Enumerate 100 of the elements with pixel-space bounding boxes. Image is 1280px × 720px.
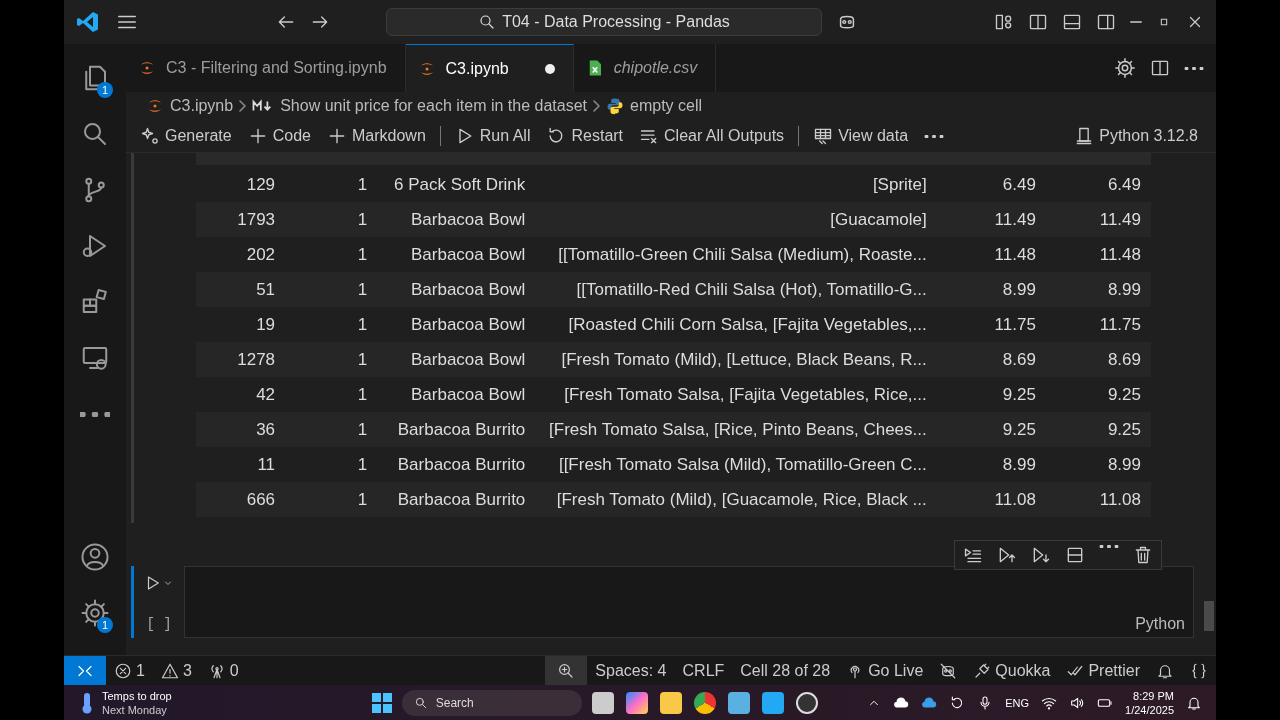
- files-button[interactable]: 1: [71, 54, 119, 102]
- taskbar-search[interactable]: Search: [401, 689, 582, 716]
- windows-start-icon[interactable]: [371, 692, 392, 713]
- toolbar-button[interactable]: Markdown: [324, 124, 428, 148]
- table-cell: 1: [285, 482, 378, 517]
- breadcrumb-item[interactable]: Show unit price for each item in the dataset: [280, 97, 587, 115]
- table-cell: 8.99: [1045, 272, 1151, 307]
- table-cell: 8.99: [936, 447, 1046, 482]
- plug-icon: [973, 661, 992, 680]
- panel-toggle-icon: [1062, 12, 1082, 32]
- status-item[interactable]: 1: [106, 656, 153, 685]
- scrollbar-thumb[interactable]: [1204, 601, 1214, 631]
- more-icon: [80, 411, 110, 417]
- table-cell: 11: [196, 447, 286, 482]
- count-badge: 1: [97, 82, 113, 98]
- status-item[interactable]: Go Live: [838, 656, 932, 685]
- table-cell: 11.48: [1045, 237, 1151, 272]
- status-item[interactable]: Prettier: [1058, 656, 1148, 685]
- toolbar-button[interactable]: Code: [245, 124, 313, 148]
- status-item[interactable]: 3: [152, 656, 200, 685]
- vscode-logo-icon[interactable]: [76, 10, 100, 34]
- table-cell: 8.99: [1045, 447, 1151, 482]
- code-cell-editor[interactable]: Python: [184, 566, 1194, 638]
- warning-icon: [160, 661, 179, 680]
- settings-icon: [80, 598, 110, 628]
- table-cell: 1: [285, 272, 378, 307]
- toolbar-button[interactable]: Generate: [138, 124, 234, 148]
- search-icon: [413, 695, 428, 710]
- settings-button[interactable]: 1: [71, 589, 119, 637]
- app-icon[interactable]: [727, 691, 750, 714]
- table-cell: [[Fresh Tomato Salsa (Mild), Tomatillo-Green C...: [535, 447, 937, 482]
- table-cell: 11.49: [936, 202, 1046, 237]
- table-cell: 11.08: [936, 482, 1046, 517]
- chevron-icon: [593, 100, 600, 112]
- table-cell: [Guacamole]: [535, 202, 937, 237]
- chevron-icon: [239, 100, 247, 112]
- delete-glyph: [1133, 545, 1153, 565]
- table-cell: [[Tomatillo-Green Chili Salsa (Medium), Roaste...: [535, 237, 937, 272]
- table-cell: 42: [196, 377, 286, 412]
- toolbar-button[interactable]: Restart: [544, 124, 626, 148]
- table-cell: 9.25: [1045, 377, 1151, 412]
- onedrive-icon: [921, 694, 938, 711]
- table-icon: [813, 126, 834, 146]
- zoom-button[interactable]: [545, 656, 588, 685]
- run-below-icon[interactable]: [1031, 545, 1051, 565]
- secondary-sidebar-icon: [1096, 12, 1116, 32]
- table-cell: 1: [285, 202, 378, 237]
- clock-time[interactable]: 8:29 PM: [1133, 688, 1174, 703]
- delete-icon[interactable]: [1133, 545, 1153, 565]
- table-cell: 19: [196, 307, 286, 342]
- status-item[interactable]: Spaces: 4: [587, 656, 675, 685]
- kernel-picker[interactable]: Python 3.12.8: [1072, 124, 1200, 148]
- more-glyph: [1099, 545, 1119, 548]
- cell-language[interactable]: Python: [1135, 615, 1185, 633]
- table-cell: 6.49: [936, 167, 1046, 202]
- sidebar-toggle-icon: [1028, 12, 1048, 32]
- split-cell-icon[interactable]: [1065, 545, 1085, 565]
- status-item[interactable]: 0: [199, 656, 247, 685]
- weather-title[interactable]: Temps to drop: [102, 688, 172, 703]
- settings-icon: [1114, 57, 1136, 79]
- table-cell: 1793: [196, 202, 286, 237]
- table-cell: [Roasted Chili Corn Salsa, [Fajita Vegetables,...: [535, 307, 937, 342]
- status-item[interactable]: CRLF: [674, 656, 733, 685]
- table-cell: Barbacoa Burrito: [377, 447, 536, 482]
- table-cell: [Fresh Tomato (Mild), [Guacamole, Rice, Black ...: [535, 482, 937, 517]
- run-below-glyph: [1031, 545, 1051, 565]
- cloud-icon: [893, 694, 910, 711]
- table-cell: 1: [285, 412, 378, 447]
- breadcrumb-item[interactable]: C3.ipynb: [170, 97, 234, 115]
- table-cell: 11.49: [1045, 202, 1151, 237]
- table-cell: Barbacoa Bowl: [377, 272, 536, 307]
- table-cell: 8.99: [936, 272, 1046, 307]
- run-above-icon[interactable]: [997, 545, 1017, 565]
- table-cell: 11.08: [1045, 482, 1151, 517]
- more-icon: [1184, 66, 1204, 70]
- remote-button[interactable]: [64, 656, 106, 685]
- weather-subtitle[interactable]: Next Monday: [102, 702, 172, 717]
- table-cell: 1: [285, 342, 378, 377]
- clock-date[interactable]: 1/24/2025: [1125, 702, 1174, 717]
- split-cell-glyph: [1065, 545, 1085, 565]
- toolbar-button[interactable]: Clear All Outputs: [637, 124, 787, 148]
- breadcrumb-item[interactable]: empty cell: [630, 97, 703, 115]
- python-icon: [606, 97, 624, 115]
- toolbar-button[interactable]: Run All: [452, 124, 533, 148]
- status-item[interactable]: Quokka: [965, 656, 1059, 685]
- execution-count: [ ]: [146, 616, 172, 632]
- command-center-search[interactable]: T04 - Data Processing - Pandas: [386, 8, 822, 36]
- table-cell: 8.69: [1045, 342, 1151, 377]
- toolbar-button[interactable]: View data: [811, 124, 911, 148]
- table-cell: 1: [285, 447, 378, 482]
- table-cell: Barbacoa Bowl: [377, 377, 536, 412]
- status-item[interactable]: Cell 28 of 28: [732, 656, 839, 685]
- error-icon: [114, 661, 132, 680]
- editor-tab[interactable]: C3.ipynb: [405, 44, 574, 92]
- table-cell: 9.25: [936, 412, 1046, 447]
- unsaved-dot-icon: [544, 63, 555, 74]
- table-cell: 6.49: [1045, 167, 1151, 202]
- input-language[interactable]: ENG: [1005, 696, 1030, 709]
- table-cell: 9.25: [1045, 412, 1151, 447]
- braces-icon: [1190, 661, 1208, 680]
